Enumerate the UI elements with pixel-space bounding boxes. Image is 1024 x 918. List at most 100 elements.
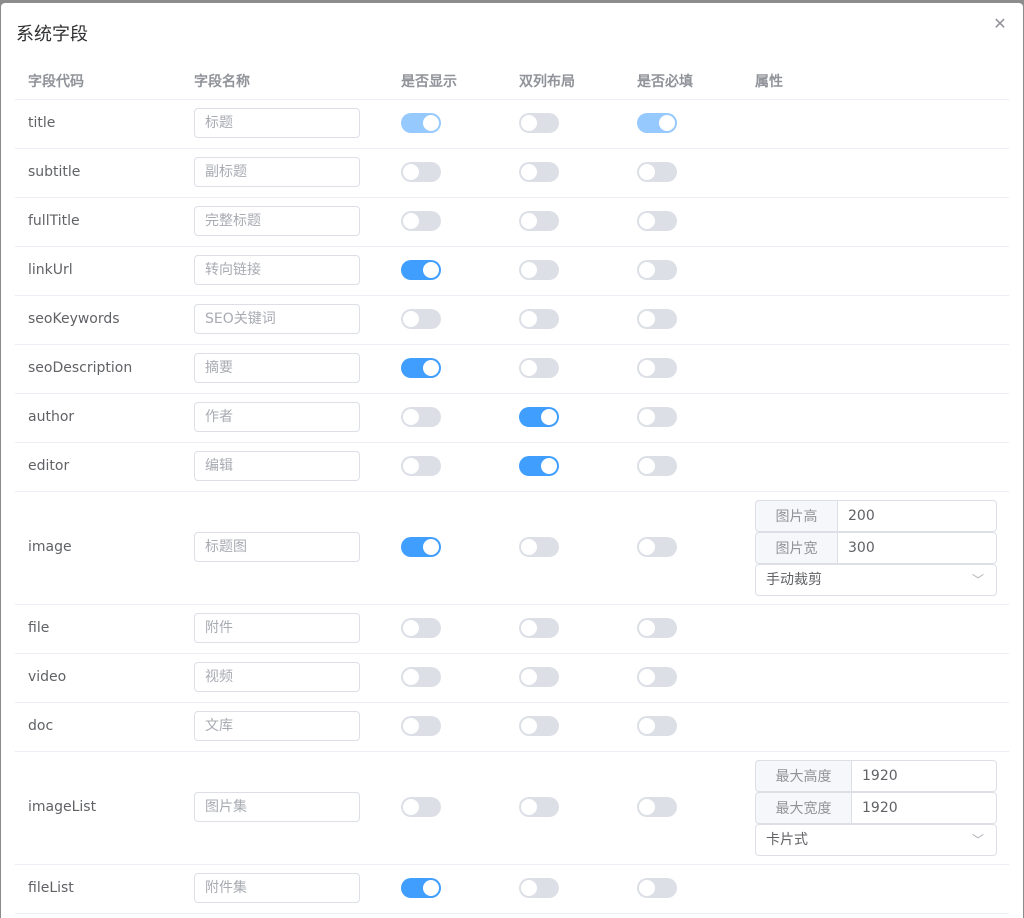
double-column-switch[interactable] xyxy=(519,309,559,329)
field-name-input[interactable] xyxy=(194,451,360,481)
chevron-down-icon: ﹀ xyxy=(971,573,984,587)
required-switch[interactable] xyxy=(637,667,677,687)
field-name-input[interactable] xyxy=(194,662,360,692)
attribute-panel: 图片高图片宽手动裁剪 ﹀ xyxy=(755,500,997,596)
table-row: seoKeywords xyxy=(15,296,1009,345)
attribute-value-input[interactable] xyxy=(837,500,997,532)
required-switch[interactable] xyxy=(637,113,677,133)
show-switch[interactable] xyxy=(401,878,441,898)
attribute-select[interactable]: 手动裁剪 ﹀ xyxy=(755,564,997,596)
table-row: image 图片高图片宽手动裁剪 ﹀ xyxy=(15,492,1009,605)
required-switch[interactable] xyxy=(637,797,677,817)
table-row: seoDescription xyxy=(15,345,1009,394)
double-column-switch[interactable] xyxy=(519,162,559,182)
required-switch[interactable] xyxy=(637,309,677,329)
table-header: 字段代码 字段名称 是否显示 双列布局 是否必填 属性 xyxy=(15,60,1009,100)
show-switch[interactable] xyxy=(401,667,441,687)
attribute-input-group: 图片高 xyxy=(755,500,997,532)
double-column-switch[interactable] xyxy=(519,113,559,133)
attribute-select[interactable]: 卡片式 ﹀ xyxy=(755,824,997,856)
table-row: fullTitle xyxy=(15,198,1009,247)
show-switch[interactable] xyxy=(401,797,441,817)
dialog-title: 系统字段 xyxy=(16,24,88,45)
double-column-switch[interactable] xyxy=(519,407,559,427)
field-code: imageList xyxy=(28,799,97,815)
table-row: title xyxy=(15,100,1009,149)
field-code: fileList xyxy=(28,880,74,896)
required-switch[interactable] xyxy=(637,618,677,638)
field-code: fullTitle xyxy=(28,213,80,229)
header-field-name: 字段名称 xyxy=(194,74,250,90)
show-switch[interactable] xyxy=(401,309,441,329)
attribute-input-group: 最大高度 xyxy=(755,760,997,792)
show-switch[interactable] xyxy=(401,537,441,557)
attribute-label: 图片高 xyxy=(755,500,837,532)
field-code: file xyxy=(28,620,50,636)
field-code: doc xyxy=(28,718,54,734)
required-switch[interactable] xyxy=(637,407,677,427)
double-column-switch[interactable] xyxy=(519,667,559,687)
field-name-input[interactable] xyxy=(194,792,360,822)
field-name-input[interactable] xyxy=(194,873,360,903)
table-row: file xyxy=(15,605,1009,654)
attribute-value-input[interactable] xyxy=(837,532,997,564)
required-switch[interactable] xyxy=(637,878,677,898)
select-value: 卡片式 xyxy=(766,832,808,848)
header-required: 是否必填 xyxy=(637,74,693,90)
table-row: subtitle xyxy=(15,149,1009,198)
show-switch[interactable] xyxy=(401,211,441,231)
show-switch[interactable] xyxy=(401,358,441,378)
double-column-switch[interactable] xyxy=(519,797,559,817)
field-name-input[interactable] xyxy=(194,304,360,334)
attribute-label: 最大宽度 xyxy=(755,792,851,824)
double-column-switch[interactable] xyxy=(519,211,559,231)
field-code: title xyxy=(28,115,56,131)
header-field-code: 字段代码 xyxy=(28,74,84,90)
field-name-input[interactable] xyxy=(194,255,360,285)
show-switch[interactable] xyxy=(401,716,441,736)
table-row: video xyxy=(15,654,1009,703)
close-icon[interactable]: ✕ xyxy=(991,15,1009,33)
table-row: fileList xyxy=(15,865,1009,914)
double-column-switch[interactable] xyxy=(519,537,559,557)
field-name-input[interactable] xyxy=(194,532,360,562)
show-switch[interactable] xyxy=(401,260,441,280)
show-switch[interactable] xyxy=(401,113,441,133)
table-row: linkUrl xyxy=(15,247,1009,296)
required-switch[interactable] xyxy=(637,716,677,736)
show-switch[interactable] xyxy=(401,456,441,476)
required-switch[interactable] xyxy=(637,162,677,182)
header-show: 是否显示 xyxy=(401,74,457,90)
required-switch[interactable] xyxy=(637,211,677,231)
field-name-input[interactable] xyxy=(194,353,360,383)
show-switch[interactable] xyxy=(401,618,441,638)
attribute-value-input[interactable] xyxy=(851,760,997,792)
field-name-input[interactable] xyxy=(194,108,360,138)
fields-table: 字段代码 字段名称 是否显示 双列布局 是否必填 属性 title subtitl… xyxy=(15,60,1009,914)
table-row: author xyxy=(15,394,1009,443)
double-column-switch[interactable] xyxy=(519,260,559,280)
show-switch[interactable] xyxy=(401,162,441,182)
field-code: image xyxy=(28,539,72,555)
field-name-input[interactable] xyxy=(194,711,360,741)
attribute-value-input[interactable] xyxy=(851,792,997,824)
field-name-input[interactable] xyxy=(194,157,360,187)
double-column-switch[interactable] xyxy=(519,358,559,378)
required-switch[interactable] xyxy=(637,358,677,378)
required-switch[interactable] xyxy=(637,537,677,557)
double-column-switch[interactable] xyxy=(519,618,559,638)
double-column-switch[interactable] xyxy=(519,456,559,476)
double-column-switch[interactable] xyxy=(519,716,559,736)
show-switch[interactable] xyxy=(401,407,441,427)
required-switch[interactable] xyxy=(637,456,677,476)
field-code: seoKeywords xyxy=(28,311,120,327)
field-name-input[interactable] xyxy=(194,613,360,643)
field-name-input[interactable] xyxy=(194,402,360,432)
table-row: editor xyxy=(15,443,1009,492)
field-name-input[interactable] xyxy=(194,206,360,236)
field-code: author xyxy=(28,409,75,425)
required-switch[interactable] xyxy=(637,260,677,280)
table-row: doc xyxy=(15,703,1009,752)
double-column-switch[interactable] xyxy=(519,878,559,898)
table-row: imageList 最大高度最大宽度卡片式 ﹀ xyxy=(15,752,1009,865)
